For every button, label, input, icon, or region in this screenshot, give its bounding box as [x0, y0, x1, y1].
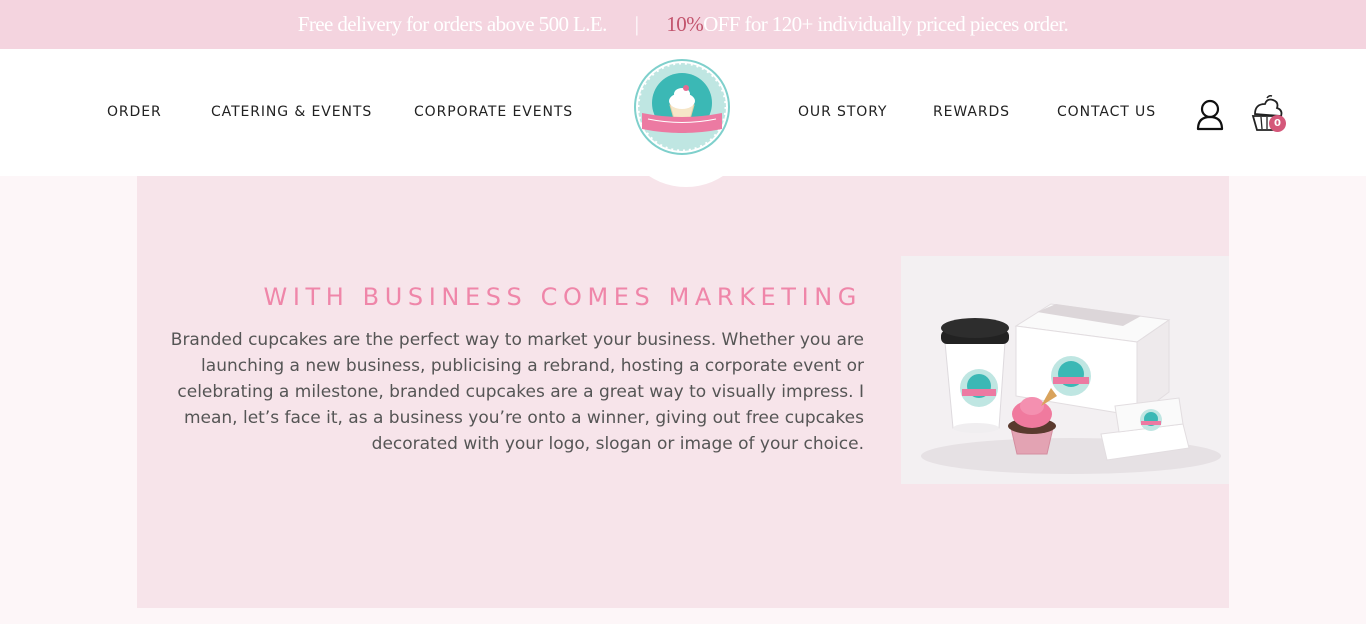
- nav-order[interactable]: ORDER: [107, 104, 162, 120]
- nav-rewards[interactable]: REWARDS: [933, 104, 1010, 120]
- logo-container: [618, 49, 754, 187]
- branded-products-image: [901, 256, 1229, 484]
- section-body: Branded cupcakes are the perfect way to …: [170, 330, 864, 454]
- nav-catering-events[interactable]: CATERING & EVENTS: [211, 104, 372, 120]
- promo-delivery-text: Free delivery for orders above 500 L.E.: [297, 12, 608, 36]
- promo-discount-text: OFF for 120+ individually priced pieces …: [703, 12, 1069, 36]
- cart-count-badge: 0: [1269, 115, 1286, 132]
- nav-contact-us[interactable]: CONTACT US: [1057, 104, 1156, 120]
- promo-discount-highlight: 10%: [666, 12, 704, 36]
- promo-separator: |: [634, 12, 639, 36]
- nav-corporate-events[interactable]: CORPORATE EVENTS: [414, 104, 573, 120]
- cupcake-logo[interactable]: [634, 59, 730, 155]
- section-title: WITH BUSINESS COMES MARKETING: [263, 283, 862, 311]
- promo-bar: Free delivery for orders above 500 L.E. …: [0, 0, 1366, 49]
- site-header: ORDER CATERING & EVENTS CORPORATE EVENTS…: [0, 49, 1366, 187]
- nav-our-story[interactable]: OUR STORY: [798, 104, 887, 120]
- user-icon[interactable]: [1196, 99, 1224, 131]
